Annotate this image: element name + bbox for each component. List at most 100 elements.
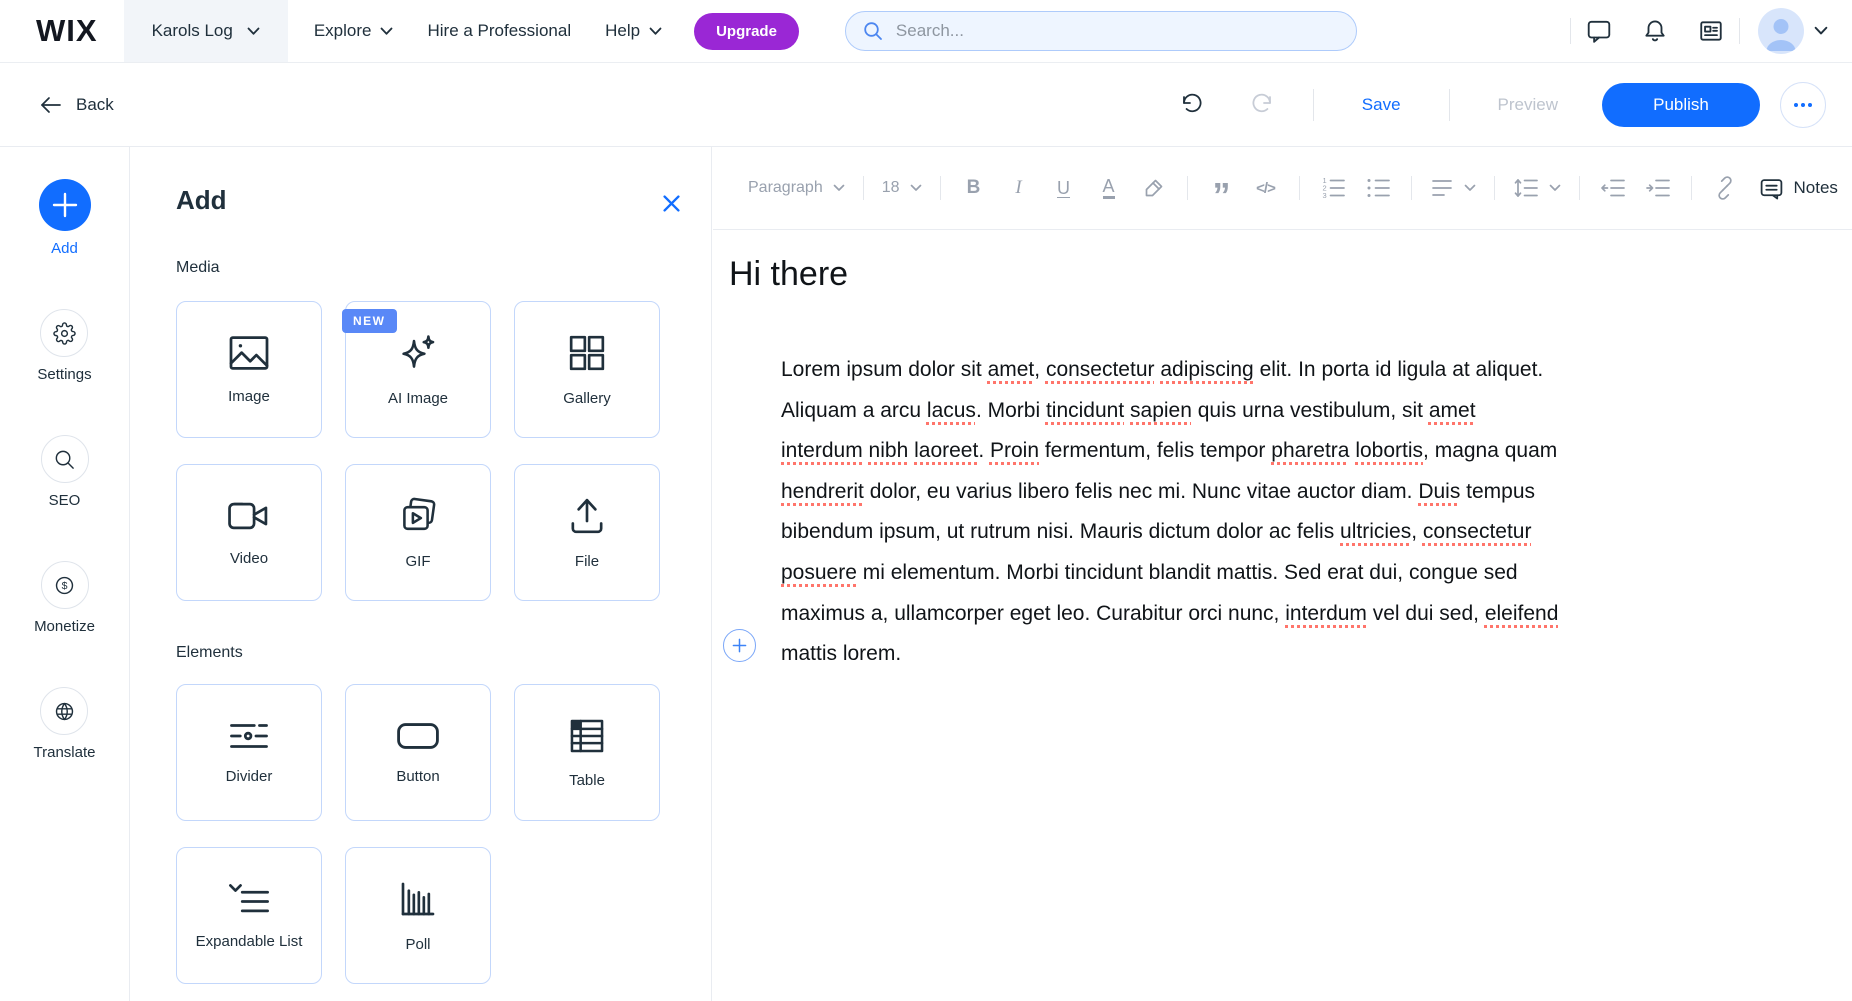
misspelled-word: Proin — [990, 439, 1039, 462]
bullet-list-button[interactable] — [1363, 173, 1393, 203]
sidebar-item-label: Settings — [37, 366, 91, 383]
upgrade-button[interactable]: Upgrade — [694, 13, 799, 50]
tile-label: GIF — [406, 553, 431, 570]
misspelled-word: eleifend — [1485, 602, 1559, 625]
messages-button[interactable] — [1586, 18, 1612, 44]
add-block-button[interactable] — [723, 629, 756, 662]
table-icon — [568, 717, 606, 755]
divider — [1313, 89, 1314, 121]
indent-icon — [1645, 176, 1671, 200]
sidebar-item-settings[interactable]: Settings — [37, 309, 91, 383]
add-tile-divider[interactable]: Divider — [176, 684, 322, 821]
code-glyph: </> — [1256, 180, 1275, 197]
sidebar-item-monetize[interactable]: $ Monetize — [34, 561, 95, 635]
decrease-indent-button[interactable] — [1598, 173, 1628, 203]
save-button[interactable]: Save — [1362, 95, 1401, 115]
gallery-icon — [567, 333, 607, 373]
expandable-list-icon — [227, 882, 271, 916]
search-input[interactable] — [894, 20, 1340, 42]
search-bar[interactable] — [845, 11, 1357, 51]
style-value: Paragraph — [748, 179, 823, 197]
media-grid: Image NEW AI Image Gallery Video GIF — [176, 301, 660, 601]
add-tile-video[interactable]: Video — [176, 464, 322, 601]
divider — [1299, 176, 1300, 200]
section-label-media: Media — [176, 259, 220, 277]
misspelled-word: tincidunt — [1046, 399, 1124, 422]
tile-label: Divider — [226, 768, 273, 785]
chevron-down-icon — [247, 27, 260, 36]
tile-label: File — [575, 553, 599, 570]
nav-explore-label: Explore — [314, 21, 372, 41]
site-menu[interactable]: Karols Log — [124, 0, 288, 62]
text-run: vel dui sed, — [1367, 602, 1485, 625]
redo-icon — [1249, 93, 1275, 117]
post-title[interactable]: Hi there — [729, 255, 848, 294]
notifications-button[interactable] — [1642, 18, 1668, 44]
misspelled-word: laoreet — [914, 439, 978, 462]
svg-text:$: $ — [62, 580, 68, 592]
nav-help[interactable]: Help — [605, 21, 662, 41]
gear-icon — [53, 322, 76, 345]
add-tile-image[interactable]: Image — [176, 301, 322, 438]
paragraph-style-select[interactable]: Paragraph — [748, 179, 845, 197]
misspelled-word: sapien — [1130, 399, 1192, 422]
redo-button[interactable] — [1249, 93, 1275, 117]
underline-button[interactable]: U — [1049, 173, 1079, 203]
divider — [863, 176, 864, 200]
sidebar-item-add[interactable]: Add — [39, 179, 91, 257]
preview-button[interactable]: Preview — [1498, 95, 1558, 115]
add-tile-poll[interactable]: Poll — [345, 847, 491, 984]
add-tile-gif[interactable]: GIF — [345, 464, 491, 601]
more-options-button[interactable] — [1780, 82, 1826, 128]
divider — [1739, 18, 1740, 44]
divider — [1449, 89, 1450, 121]
back-button[interactable]: Back — [40, 63, 114, 146]
paragraph-line: maximus a, ullamcorper eget leo. Curabit… — [781, 594, 1558, 635]
font-size-value: 18 — [882, 179, 900, 197]
misspelled-word: amet — [1429, 399, 1476, 422]
tile-label: AI Image — [388, 390, 448, 407]
publish-button[interactable]: Publish — [1602, 83, 1760, 127]
file-upload-icon — [567, 496, 607, 536]
quote-button[interactable]: ” — [1206, 173, 1236, 203]
chevron-down-icon — [649, 27, 662, 36]
post-paragraph[interactable]: Lorem ipsum dolor sit amet, consectetur … — [781, 350, 1558, 675]
sidebar-item-seo[interactable]: SEO — [41, 435, 89, 509]
misspelled-word: consectetur — [1046, 358, 1155, 381]
editor-actions: Save Preview Publish — [1179, 63, 1826, 146]
notes-button[interactable]: Notes — [1759, 176, 1838, 201]
blog-dashboard-button[interactable] — [1698, 18, 1724, 44]
add-tile-button[interactable]: Button — [345, 684, 491, 821]
account-chevron-down-icon[interactable] — [1814, 26, 1828, 36]
add-tile-ai-image[interactable]: NEW AI Image — [345, 301, 491, 438]
text-color-button[interactable]: A — [1094, 173, 1124, 203]
misspelled-word: interdum — [1285, 602, 1367, 625]
add-tile-expandable-list[interactable]: Expandable List — [176, 847, 322, 984]
nav-explore[interactable]: Explore — [314, 21, 394, 41]
numbered-list-button[interactable]: 123 — [1318, 173, 1348, 203]
italic-button[interactable]: I — [1004, 173, 1034, 203]
add-tile-file[interactable]: File — [514, 464, 660, 601]
sidebar-item-label: Translate — [34, 744, 96, 761]
font-size-select[interactable]: 18 — [882, 179, 922, 197]
avatar[interactable] — [1758, 8, 1804, 54]
line-spacing-select[interactable] — [1513, 176, 1561, 200]
nav-hire-a-professional[interactable]: Hire a Professional — [427, 21, 571, 41]
add-tile-table[interactable]: Table — [514, 684, 660, 821]
code-block-button[interactable]: </> — [1251, 173, 1281, 203]
add-tile-gallery[interactable]: Gallery — [514, 301, 660, 438]
undo-button[interactable] — [1179, 93, 1205, 117]
wix-logo: WIX — [36, 13, 98, 49]
highlight-button[interactable] — [1139, 173, 1169, 203]
alignment-select[interactable] — [1430, 177, 1476, 199]
chevron-down-icon — [1464, 184, 1476, 192]
text-run: Aliquam a arcu — [781, 399, 927, 422]
link-button[interactable] — [1710, 173, 1740, 203]
paragraph-line: bibendum ipsum, ut rutrum nisi. Mauris d… — [781, 512, 1558, 553]
bold-button[interactable]: B — [959, 173, 989, 203]
misspelled-word: consectetur — [1423, 520, 1532, 543]
increase-indent-button[interactable] — [1643, 173, 1673, 203]
add-circle — [39, 179, 91, 231]
close-panel-button[interactable] — [659, 191, 683, 215]
sidebar-item-translate[interactable]: Translate — [34, 687, 96, 761]
